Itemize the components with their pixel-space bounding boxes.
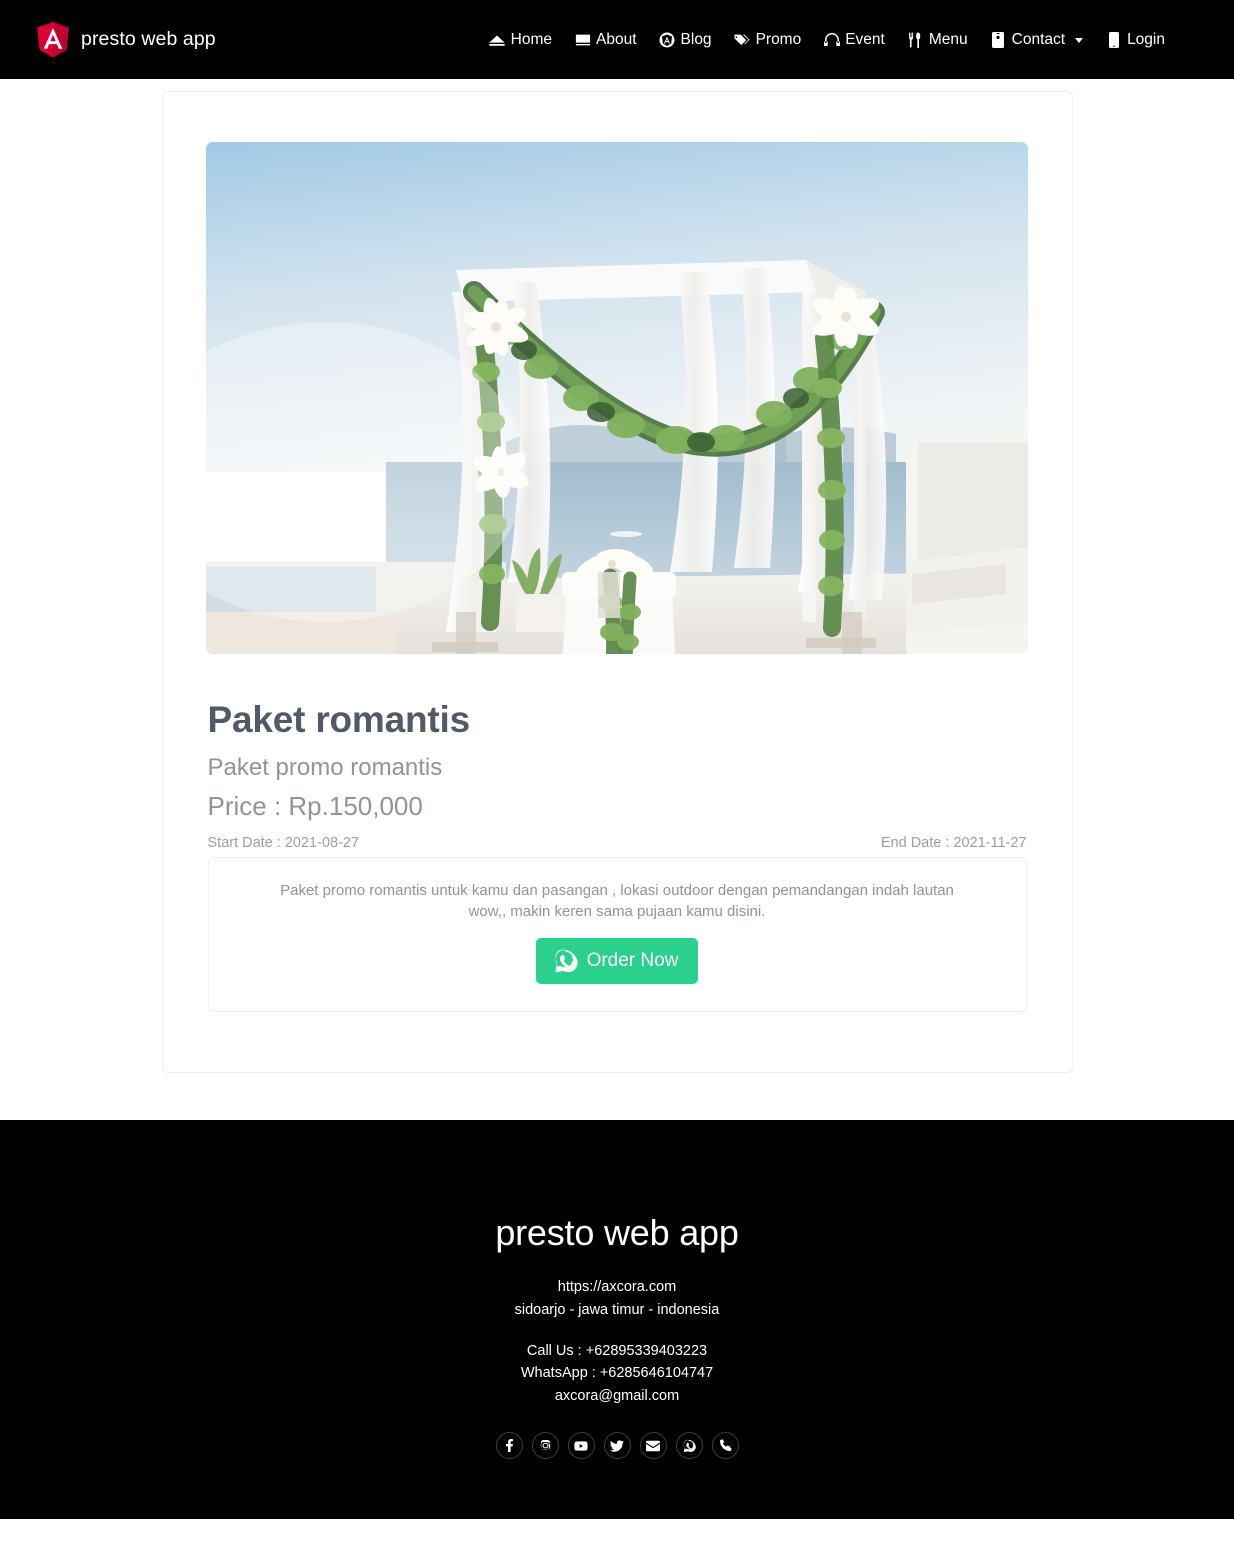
nav-item-label: About	[596, 30, 637, 48]
footer-address: sidoarjo - jawa timur - indonesia	[514, 1301, 720, 1318]
nav-item-label: Login	[1127, 30, 1165, 48]
social-link-phone[interactable]	[711, 1432, 739, 1460]
footer-spacer	[0, 1321, 1234, 1340]
id-badge-icon	[990, 31, 1007, 48]
desktop-icon	[574, 31, 591, 48]
utensils-icon	[907, 31, 924, 48]
youtube-icon	[574, 1439, 588, 1453]
page-body: Paket romantis Paket promo romantis Pric…	[0, 79, 1234, 1121]
mobile-icon	[1105, 31, 1122, 48]
promo-detail-card: Paket romantis Paket promo romantis Pric…	[161, 91, 1073, 1074]
nav-item-label: Contact	[1011, 30, 1066, 48]
tags-icon	[734, 31, 751, 48]
eject-icon	[489, 31, 506, 48]
promo-subtitle: Paket promo romantis	[207, 753, 443, 781]
promo-price: Price : Rp.150,000	[207, 791, 423, 822]
order-now-label: Order Now	[586, 950, 679, 972]
chevron-down-icon[interactable]	[1075, 38, 1084, 43]
footer-website[interactable]: https://axcora.com	[0, 1276, 1234, 1298]
social-link-youtube[interactable]	[567, 1432, 595, 1460]
promo-date-row: Start Date : 2021-08-27 End Date : 2021-…	[208, 835, 1027, 851]
nav-item-menu[interactable]: Menu	[896, 23, 979, 57]
social-link-whatsapp[interactable]	[675, 1432, 703, 1460]
nav-item-label: Event	[845, 30, 885, 48]
whatsapp-icon	[552, 948, 578, 974]
footer-call[interactable]: Call Us : +62895339403223	[0, 1340, 1234, 1362]
promo-image	[206, 142, 1028, 654]
nav-item-label: Blog	[680, 30, 712, 48]
phone-icon	[719, 1439, 732, 1452]
headphones-icon	[823, 31, 840, 48]
nav-item-label: Menu	[928, 30, 968, 48]
social-link-email[interactable]	[639, 1432, 667, 1460]
nav-item-login[interactable]: Login	[1094, 23, 1176, 57]
whatsapp-icon	[682, 1439, 696, 1453]
footer-whatsapp[interactable]: WhatsApp : +6285646104747	[0, 1362, 1234, 1384]
promo-start-date: Start Date : 2021-08-27	[207, 834, 360, 851]
social-link-instagram[interactable]	[531, 1432, 559, 1460]
promo-description-box: Paket promo romantis untuk kamu dan pasa…	[207, 856, 1027, 1013]
nav-item-promo[interactable]: Promo	[723, 23, 813, 57]
promo-end-date: End Date : 2021-11-27	[880, 834, 1027, 851]
angular-logo-icon	[36, 21, 70, 58]
nav-item-label: Home	[510, 30, 553, 48]
order-now-button[interactable]: Order Now	[535, 938, 699, 985]
nav-item-event[interactable]: Event	[812, 23, 896, 57]
nav-item-contact[interactable]: Contact	[979, 23, 1094, 57]
promo-title: Paket romantis	[207, 699, 471, 740]
twitter-icon	[610, 1439, 624, 1453]
social-link-twitter[interactable]	[603, 1432, 631, 1460]
site-footer: presto web app https://axcora.com sidoar…	[0, 1120, 1234, 1520]
angular-circle-icon	[659, 31, 676, 48]
nav-item-about[interactable]: About	[563, 23, 648, 57]
instagram-icon	[539, 1439, 552, 1452]
brand-title: presto web app	[81, 28, 216, 50]
nav-item-blog[interactable]: Blog	[648, 23, 723, 57]
promo-description: Paket promo romantis untuk kamu dan pasa…	[280, 881, 954, 921]
facebook-icon	[503, 1439, 516, 1453]
top-navbar: presto web app Home About Blog Promo Eve…	[0, 0, 1234, 79]
footer-title: presto web app	[495, 1212, 739, 1254]
social-links-row	[0, 1432, 1234, 1460]
nav-item-home[interactable]: Home	[478, 23, 563, 57]
nav-item-label: Promo	[755, 30, 802, 48]
promo-detail-section: Paket romantis Paket promo romantis Pric…	[206, 699, 1029, 1013]
footer-email[interactable]: axcora@gmail.com	[0, 1385, 1234, 1407]
social-link-facebook[interactable]	[495, 1432, 523, 1460]
brand-logo-link[interactable]: presto web app	[36, 21, 216, 58]
envelope-icon	[646, 1439, 660, 1453]
nav-links: Home About Blog Promo Event Menu Contact…	[478, 23, 1176, 57]
